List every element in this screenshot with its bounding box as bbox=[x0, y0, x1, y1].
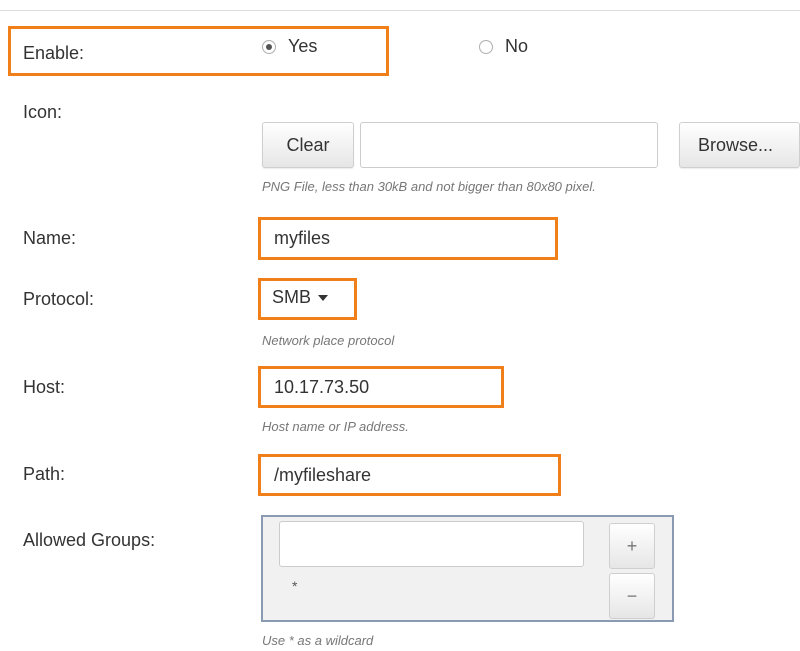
host-input[interactable]: 10.17.73.50 bbox=[261, 369, 501, 405]
enable-no-label: No bbox=[505, 36, 529, 56]
protocol-label: Protocol: bbox=[23, 289, 95, 309]
path-input[interactable]: /myfileshare bbox=[261, 457, 558, 493]
protocol-value: SMB bbox=[272, 287, 312, 307]
top-divider bbox=[0, 10, 800, 11]
icon-hint: PNG File, less than 30kB and not bigger … bbox=[262, 179, 596, 194]
enable-yes-label: Yes bbox=[288, 36, 318, 56]
group-input[interactable] bbox=[279, 521, 584, 567]
path-label: Path: bbox=[23, 464, 66, 484]
enable-label: Enable: bbox=[23, 43, 85, 63]
browse-button[interactable]: Browse... bbox=[679, 122, 800, 168]
icon-file-field[interactable] bbox=[360, 122, 658, 168]
group-list-item[interactable]: * bbox=[292, 578, 297, 594]
radio-unselected-icon bbox=[479, 39, 493, 54]
enable-no-radio[interactable]: No bbox=[479, 36, 528, 57]
allowed-groups-label: Allowed Groups: bbox=[23, 530, 156, 550]
host-label: Host: bbox=[23, 377, 66, 397]
enable-yes-radio[interactable]: Yes bbox=[262, 36, 317, 57]
protocol-select[interactable]: SMB bbox=[272, 287, 329, 308]
add-group-button[interactable]: + bbox=[609, 523, 655, 569]
clear-button[interactable]: Clear bbox=[262, 122, 354, 168]
radio-selected-icon bbox=[262, 39, 276, 54]
host-hint: Host name or IP address. bbox=[262, 419, 409, 434]
name-input[interactable]: myfiles bbox=[261, 220, 555, 257]
protocol-hint: Network place protocol bbox=[262, 333, 395, 348]
remove-group-button[interactable]: − bbox=[609, 573, 655, 619]
name-label: Name: bbox=[23, 228, 77, 248]
icon-label: Icon: bbox=[23, 102, 63, 122]
caret-down-icon bbox=[318, 294, 329, 301]
groups-hint: Use * as a wildcard bbox=[262, 633, 374, 648]
